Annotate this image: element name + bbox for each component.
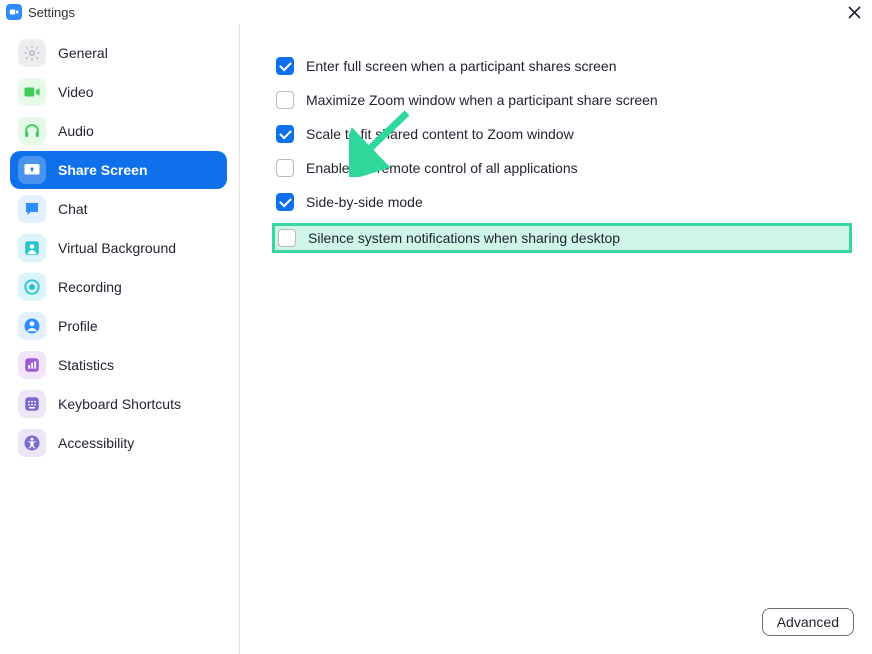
checkbox[interactable] bbox=[276, 159, 294, 177]
sidebar-item-label: Chat bbox=[58, 201, 88, 217]
sidebar-item-label: Share Screen bbox=[58, 162, 148, 178]
accessibility-icon bbox=[18, 429, 46, 457]
option-label: Silence system notifications when sharin… bbox=[308, 230, 620, 246]
option-row: Scale to fit shared content to Zoom wind… bbox=[276, 122, 852, 146]
checkbox[interactable] bbox=[276, 125, 294, 143]
sidebar-item-share-screen[interactable]: Share Screen bbox=[10, 151, 227, 189]
checkbox[interactable] bbox=[278, 229, 296, 247]
sidebar-item-label: Recording bbox=[58, 279, 122, 295]
option-row: Side-by-side mode bbox=[276, 190, 852, 214]
titlebar: Settings bbox=[0, 0, 872, 24]
sidebar-item-label: Virtual Background bbox=[58, 240, 176, 256]
sidebar-item-label: Statistics bbox=[58, 357, 114, 373]
option-label: Side-by-side mode bbox=[306, 194, 423, 210]
close-icon[interactable] bbox=[844, 2, 864, 22]
option-row: Enable the remote control of all applica… bbox=[276, 156, 852, 180]
profile-icon bbox=[18, 312, 46, 340]
sidebar-item-general[interactable]: General bbox=[10, 34, 227, 72]
main-panel: Enter full screen when a participant sha… bbox=[240, 24, 872, 654]
virtual-bg-icon bbox=[18, 234, 46, 262]
option-label: Scale to fit shared content to Zoom wind… bbox=[306, 126, 574, 142]
stats-icon bbox=[18, 351, 46, 379]
option-row: Maximize Zoom window when a participant … bbox=[276, 88, 852, 112]
sidebar-item-statistics[interactable]: Statistics bbox=[10, 346, 227, 384]
sidebar: General Video Audio Share Screen Chat Virtual… bbox=[0, 24, 240, 654]
checkbox[interactable] bbox=[276, 91, 294, 109]
sidebar-item-chat[interactable]: Chat bbox=[10, 190, 227, 228]
sidebar-item-label: Keyboard Shortcuts bbox=[58, 396, 181, 412]
gear-icon bbox=[18, 39, 46, 67]
video-icon bbox=[18, 78, 46, 106]
option-label: Maximize Zoom window when a participant … bbox=[306, 92, 658, 108]
option-label: Enter full screen when a participant sha… bbox=[306, 58, 617, 74]
sidebar-item-label: General bbox=[58, 45, 108, 61]
sidebar-item-profile[interactable]: Profile bbox=[10, 307, 227, 345]
checkbox[interactable] bbox=[276, 193, 294, 211]
sidebar-item-keyboard-shortcuts[interactable]: Keyboard Shortcuts bbox=[10, 385, 227, 423]
chat-icon bbox=[18, 195, 46, 223]
app-icon bbox=[6, 4, 22, 20]
sidebar-item-recording[interactable]: Recording bbox=[10, 268, 227, 306]
window-title: Settings bbox=[28, 5, 75, 20]
sidebar-item-video[interactable]: Video bbox=[10, 73, 227, 111]
headphones-icon bbox=[18, 117, 46, 145]
keyboard-icon bbox=[18, 390, 46, 418]
sidebar-item-label: Accessibility bbox=[58, 435, 134, 451]
option-row: Enter full screen when a participant sha… bbox=[276, 54, 852, 78]
option-label: Enable the remote control of all applica… bbox=[306, 160, 578, 176]
sidebar-item-accessibility[interactable]: Accessibility bbox=[10, 424, 227, 462]
option-row: Silence system notifications when sharin… bbox=[272, 223, 852, 253]
advanced-button[interactable]: Advanced bbox=[762, 608, 854, 636]
share-screen-icon bbox=[18, 156, 46, 184]
sidebar-item-virtual-background[interactable]: Virtual Background bbox=[10, 229, 227, 267]
checkbox[interactable] bbox=[276, 57, 294, 75]
sidebar-item-label: Audio bbox=[58, 123, 94, 139]
sidebar-item-label: Profile bbox=[58, 318, 98, 334]
sidebar-item-audio[interactable]: Audio bbox=[10, 112, 227, 150]
record-icon bbox=[18, 273, 46, 301]
sidebar-item-label: Video bbox=[58, 84, 94, 100]
